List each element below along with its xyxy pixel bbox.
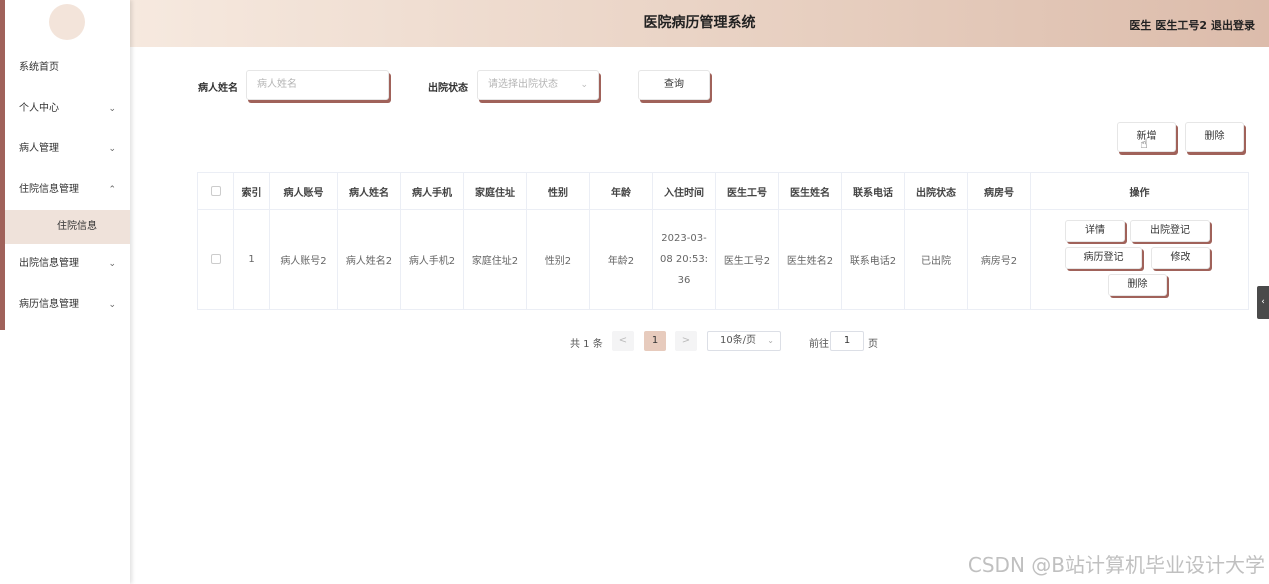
checkin-line: 08 20:53: — [659, 254, 709, 265]
table-header-row: 索引 病人账号 病人姓名 病人手机 家庭住址 性别 年龄 入住时间 医生工号 医… — [197, 172, 1249, 210]
sidebar-subitem-inpatient-info[interactable]: 住院信息 — [5, 210, 130, 244]
row-checkbox[interactable] — [210, 254, 221, 264]
discharge-register-button[interactable]: 出院登记 — [1130, 220, 1210, 242]
sidebar-item-label: 住院信息管理 — [19, 183, 79, 195]
sidebar-item-medical-record-management[interactable]: 病历信息管理 ⌄ — [5, 285, 130, 326]
mouse-cursor-icon: ☝ — [1140, 137, 1148, 152]
col-gender[interactable]: 性别 — [526, 172, 590, 210]
operations-group: 详情 出院登记 病历登记 修改 删除 — [1031, 210, 1248, 309]
chevron-down-icon: ⌄ — [108, 259, 116, 269]
col-checkin-time[interactable]: 入住时间 — [652, 172, 716, 210]
col-discharge-status[interactable]: 出院状态 — [904, 172, 968, 210]
goto-page-input[interactable]: 1 — [830, 331, 864, 351]
sidebar-divider — [0, 330, 5, 584]
header: 医院病历管理系统 医生 医生工号2 退出登录 — [130, 0, 1269, 47]
row-select-cell — [197, 209, 234, 310]
app: 系统首页 个人中心 ⌄ 病人管理 ⌄ 住院信息管理 ⌃ 住院信息 出院信息管理 … — [0, 0, 1269, 584]
cell-checkin-time: 2023-03- 08 20:53: 36 — [652, 209, 716, 310]
row-delete-button[interactable]: 删除 — [1108, 274, 1167, 296]
pagination-total: 共 1 条 — [570, 339, 603, 350]
col-phone[interactable]: 病人手机 — [400, 172, 464, 210]
sidebar-item-discharge-management[interactable]: 出院信息管理 ⌄ — [5, 244, 130, 285]
table-row: 1 病人账号2 病人姓名2 病人手机2 家庭住址2 性别2 年龄2 2023-0… — [197, 209, 1249, 310]
col-doctor-name[interactable]: 医生姓名 — [778, 172, 842, 210]
medical-record-register-button[interactable]: 病历登记 — [1065, 247, 1142, 269]
cell-index: 1 — [233, 209, 270, 310]
page-size-value: 10条/页 — [719, 335, 757, 346]
inpatient-table: 索引 病人账号 病人姓名 病人手机 家庭住址 性别 年龄 入住时间 医生工号 医… — [197, 172, 1249, 310]
sidebar-item-label: 病历信息管理 — [19, 298, 79, 310]
delete-button[interactable]: 删除 — [1185, 122, 1244, 152]
sidebar-item-personal-center[interactable]: 个人中心 ⌄ — [5, 89, 130, 130]
sidebar: 系统首页 个人中心 ⌄ 病人管理 ⌄ 住院信息管理 ⌃ 住院信息 出院信息管理 … — [0, 0, 130, 584]
sidebar-menu: 系统首页 个人中心 ⌄ 病人管理 ⌄ 住院信息管理 ⌃ 住院信息 出院信息管理 … — [5, 48, 130, 325]
sidebar-item-label: 系统首页 — [19, 62, 59, 73]
chevron-down-icon: ⌄ — [108, 144, 116, 154]
checkin-line: 36 — [677, 275, 691, 286]
col-address[interactable]: 家庭住址 — [463, 172, 527, 210]
goto-prefix: 前往 — [809, 339, 829, 350]
discharge-status-select[interactable]: 请选择出院状态 ⌄ — [477, 70, 599, 100]
pagination-next-button[interactable]: > — [675, 331, 697, 351]
page-title: 医院病历管理系统 — [643, 15, 756, 31]
cell-discharge-status: 已出院 — [904, 209, 968, 310]
col-ward[interactable]: 病房号 — [967, 172, 1031, 210]
page-size-select[interactable]: 10条/页 ⌄ — [707, 331, 781, 351]
username: 医生工号2 — [1155, 19, 1207, 32]
select-all-checkbox[interactable] — [210, 185, 221, 196]
user-info: 医生 医生工号2 退出登录 — [1125, 17, 1255, 33]
col-doctor-id[interactable]: 医生工号 — [715, 172, 779, 210]
cell-name: 病人姓名2 — [337, 209, 401, 310]
logout-link[interactable]: 退出登录 — [1211, 19, 1255, 32]
col-contact[interactable]: 联系电话 — [841, 172, 905, 210]
cell-gender: 性别2 — [526, 209, 590, 310]
sidebar-subitem-label: 住院信息 — [57, 221, 97, 232]
sidebar-item-home[interactable]: 系统首页 — [5, 48, 130, 89]
edit-button[interactable]: 修改 — [1151, 247, 1210, 269]
cell-phone: 病人手机2 — [400, 209, 464, 310]
col-name[interactable]: 病人姓名 — [337, 172, 401, 210]
sidebar-item-patient-management[interactable]: 病人管理 ⌄ — [5, 129, 130, 170]
patient-name-input[interactable]: 病人姓名 — [246, 70, 389, 100]
col-age[interactable]: 年龄 — [589, 172, 653, 210]
detail-button[interactable]: 详情 — [1065, 220, 1125, 242]
chevron-down-icon: ⌄ — [580, 80, 588, 90]
sidebar-item-inpatient-management[interactable]: 住院信息管理 ⌃ — [5, 170, 130, 211]
cell-address: 家庭住址2 — [463, 209, 527, 310]
query-button[interactable]: 查询 — [638, 70, 710, 100]
chevron-down-icon: ⌄ — [767, 336, 774, 345]
chevron-up-icon: ⌃ — [108, 184, 116, 195]
select-placeholder: 请选择出院状态 — [488, 79, 558, 90]
discharge-status-label: 出院状态 — [428, 83, 468, 94]
cell-doctor-id: 医生工号2 — [715, 209, 779, 310]
col-account[interactable]: 病人账号 — [269, 172, 338, 210]
select-all-cell — [197, 172, 234, 210]
sidebar-item-label: 病人管理 — [19, 143, 59, 154]
sidebar-item-label: 个人中心 — [19, 102, 59, 114]
cell-ward: 病房号2 — [967, 209, 1031, 310]
cell-operations: 详情 出院登记 病历登记 修改 删除 — [1030, 209, 1249, 310]
chevron-down-icon: ⌄ — [108, 103, 116, 114]
sidebar-item-label: 出院信息管理 — [19, 258, 79, 269]
col-index[interactable]: 索引 — [233, 172, 270, 210]
pagination-prev-button[interactable]: < — [612, 331, 634, 351]
patient-name-label: 病人姓名 — [198, 83, 238, 94]
cell-age: 年龄2 — [589, 209, 653, 310]
cell-account: 病人账号2 — [269, 209, 338, 310]
goto-suffix: 页 — [868, 339, 878, 350]
pagination-page-1[interactable]: 1 — [644, 331, 666, 351]
collapse-panel-handle[interactable]: ‹ — [1257, 286, 1269, 319]
cell-contact: 联系电话2 — [841, 209, 905, 310]
checkin-line: 2023-03- — [661, 233, 707, 244]
avatar[interactable] — [49, 4, 85, 40]
user-role: 医生 — [1129, 19, 1152, 32]
col-operations: 操作 — [1030, 172, 1249, 210]
chevron-down-icon: ⌄ — [108, 299, 116, 310]
cell-doctor-name: 医生姓名2 — [778, 209, 842, 310]
watermark: CSDN @B站计算机毕业设计大学 — [967, 553, 1265, 577]
